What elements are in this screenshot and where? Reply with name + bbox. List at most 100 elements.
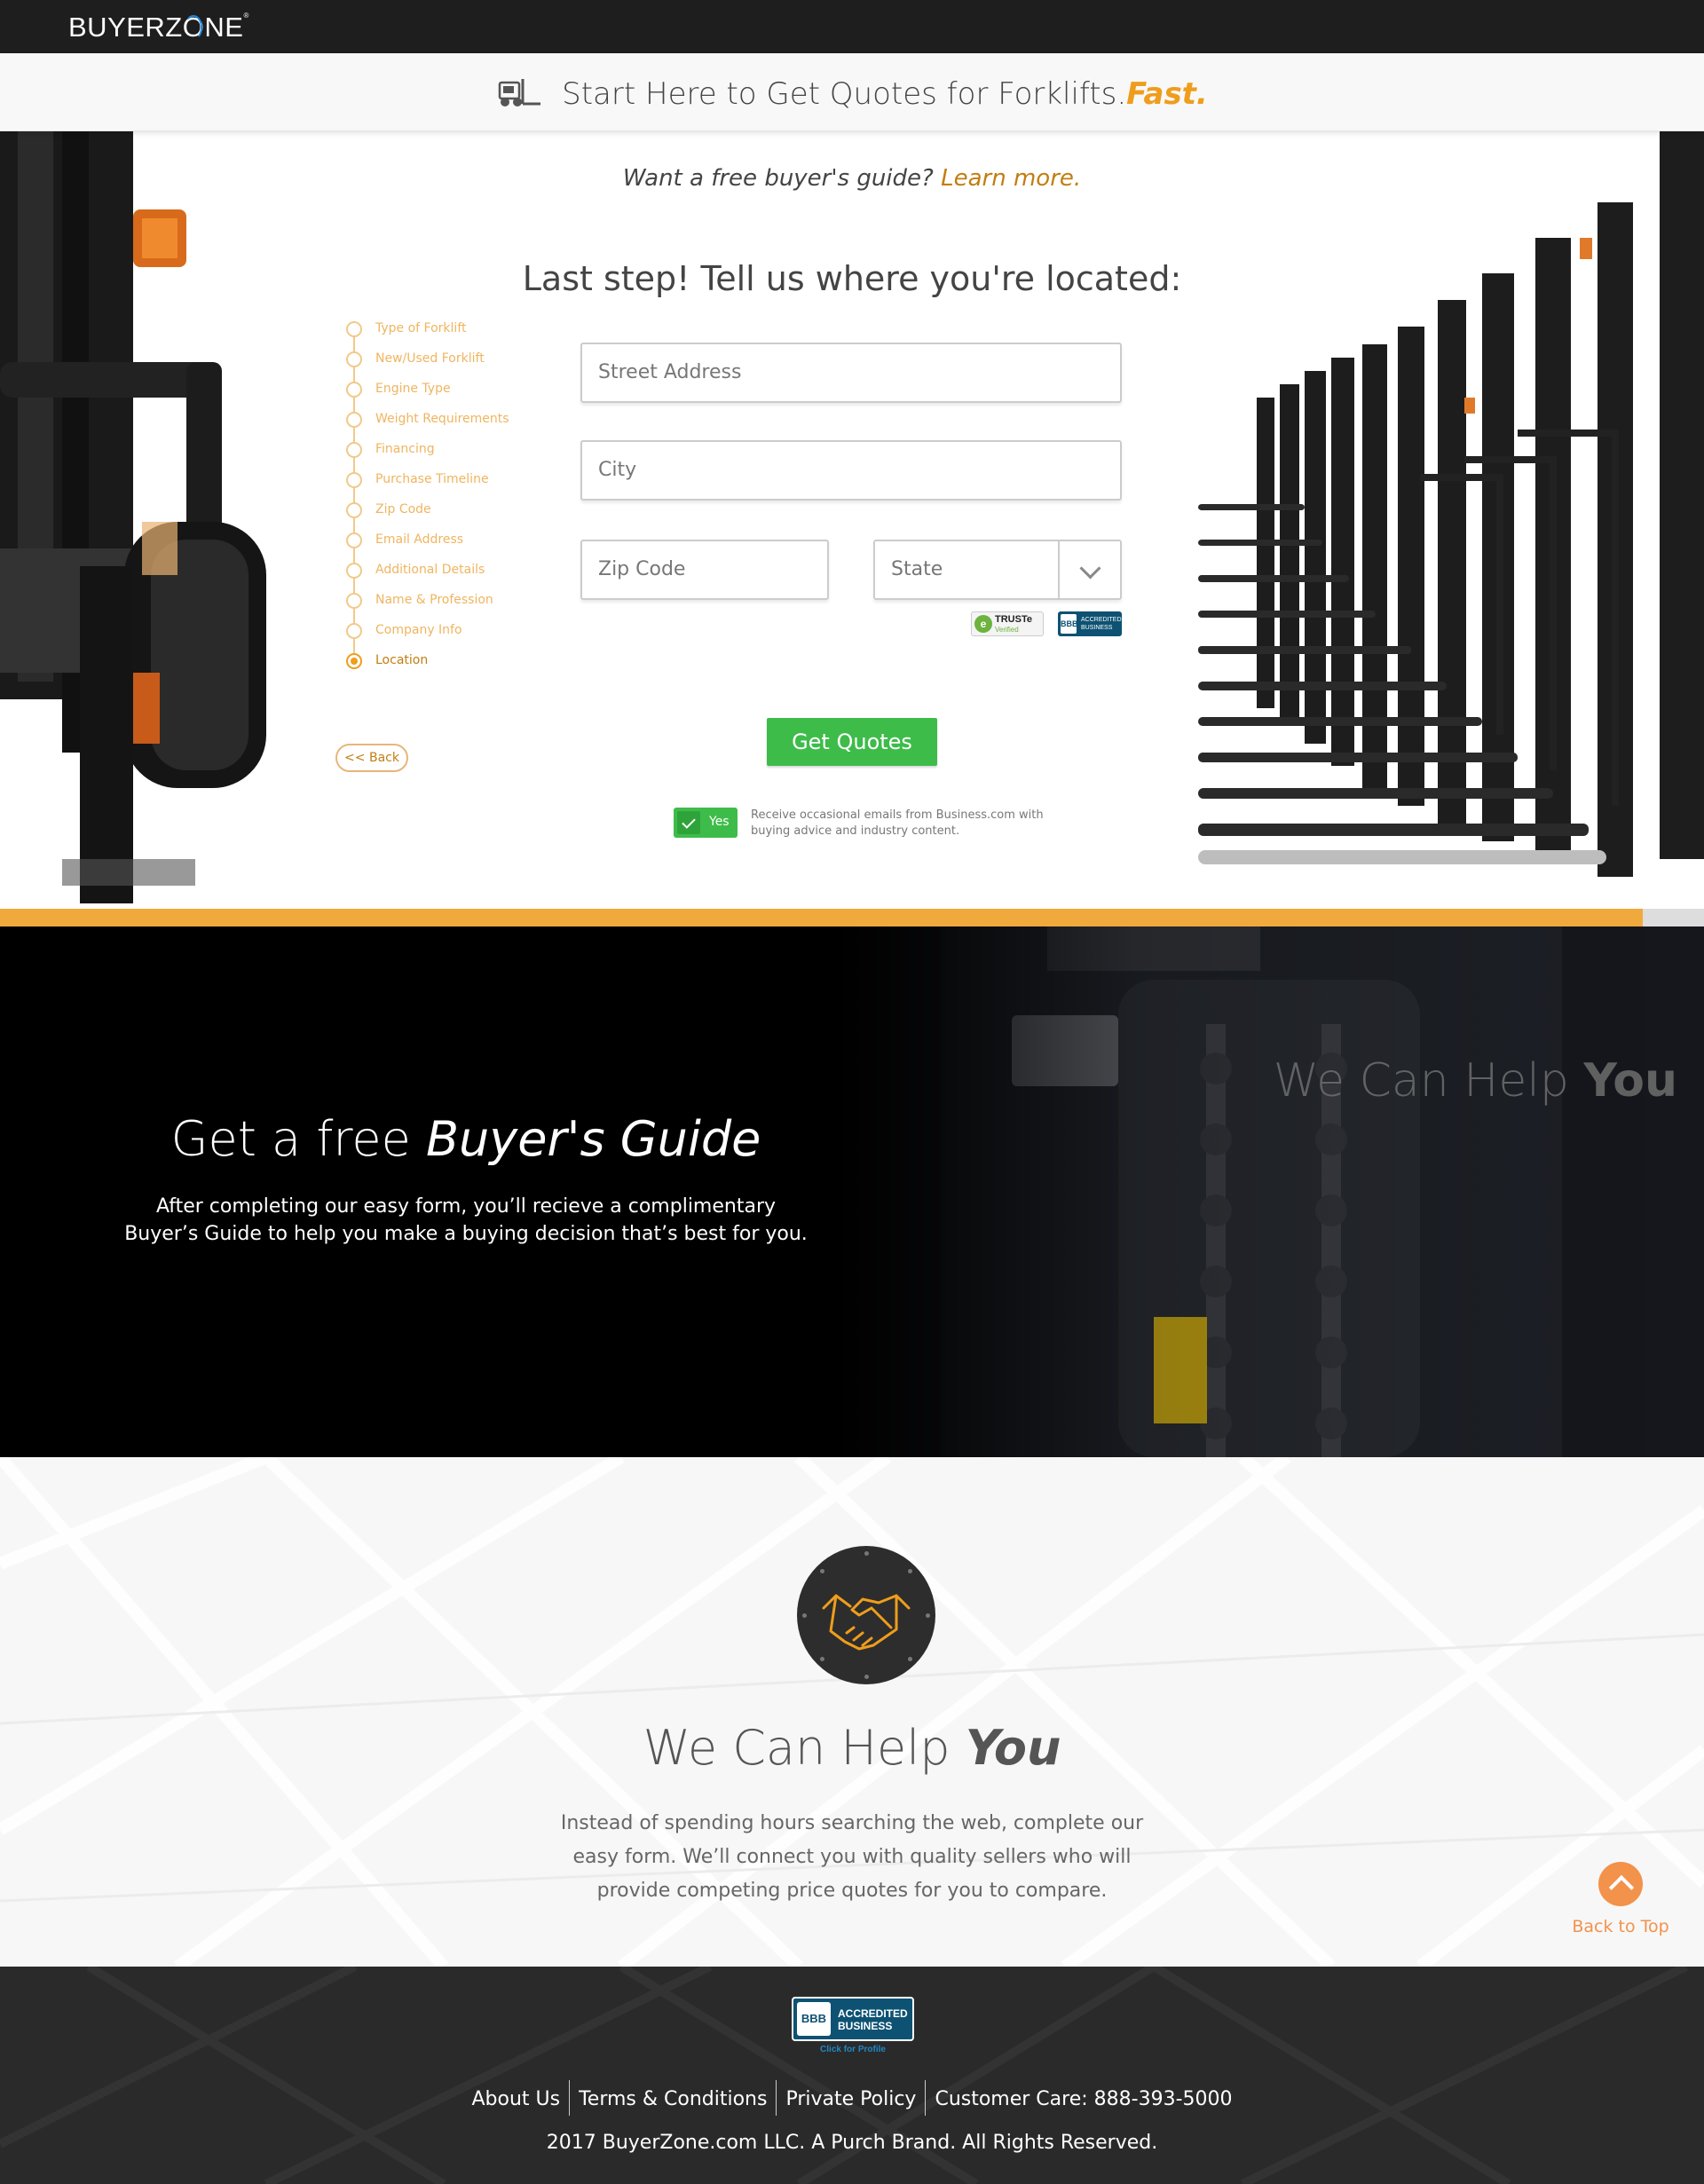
street-address-input[interactable]: Street Address bbox=[580, 343, 1122, 403]
get-quotes-button[interactable]: Get Quotes bbox=[767, 718, 937, 766]
truste-label: TRUSTe bbox=[995, 614, 1032, 625]
bbb-seal-label: ACCREDITED BUSINESS bbox=[1081, 617, 1122, 631]
form-progress-fill bbox=[0, 909, 1643, 926]
progress-step: Zip Code bbox=[346, 501, 541, 531]
handshake-badge bbox=[797, 1546, 935, 1684]
bbb-click-for-profile[interactable]: Click for Profile bbox=[792, 2045, 914, 2054]
overlay-light: We Can Help bbox=[1273, 1054, 1569, 1108]
truste-check-icon: e bbox=[974, 615, 992, 633]
bbb-torch-icon: BBB bbox=[1061, 614, 1078, 634]
bbb-line: BUSINESS bbox=[838, 2020, 893, 2032]
state-select[interactable]: State bbox=[873, 540, 1122, 600]
email-consent-text: Receive occasional emails from Business.… bbox=[751, 808, 1044, 838]
buyers-guide-title: Get a free Buyer's Guide bbox=[0, 1111, 932, 1167]
step-label: Email Address bbox=[375, 532, 464, 547]
bbb-badge-text: ACCREDITED BUSINESS bbox=[838, 2007, 908, 2032]
footer-link-about[interactable]: About Us bbox=[462, 2088, 569, 2110]
buyers-guide-section: Get a free Buyer's Guide After completin… bbox=[0, 926, 1704, 1457]
city-input[interactable]: City bbox=[580, 440, 1122, 501]
step-label: Type of Forklift bbox=[375, 321, 467, 335]
progress-step: Additional Details bbox=[346, 561, 541, 591]
bbb-seal[interactable]: BBB ACCREDITED BUSINESS bbox=[1058, 611, 1122, 636]
guide-prompt-text: Want a free buyer's guide? bbox=[622, 165, 934, 192]
email-consent-toggle[interactable]: Yes bbox=[674, 808, 738, 838]
step-dot-icon bbox=[346, 532, 362, 548]
buyers-guide-prompt: Want a free buyer's guide? Learn more. bbox=[0, 165, 1704, 192]
zip-code-input[interactable]: Zip Code bbox=[580, 540, 829, 600]
footer-link-terms[interactable]: Terms & Conditions bbox=[570, 2088, 776, 2110]
banner-title-text: Start Here to Get Quotes for Forklifts. bbox=[562, 76, 1127, 112]
handshake-icon bbox=[822, 1594, 911, 1651]
progress-step: Financing bbox=[346, 440, 541, 470]
header-banner: Start Here to Get Quotes for Forklifts.F… bbox=[0, 53, 1704, 131]
footer-link-privacy[interactable]: Private Policy bbox=[777, 2088, 925, 2110]
step-dot-icon bbox=[346, 442, 362, 458]
step-label: Purchase Timeline bbox=[375, 472, 489, 486]
logo-text-o: O bbox=[182, 12, 205, 43]
chain-gears-image bbox=[834, 926, 1704, 1457]
step-dot-icon bbox=[346, 502, 362, 518]
forklifts-row-image-right bbox=[1198, 131, 1704, 877]
step-dot-icon bbox=[346, 472, 362, 488]
step-dot-icon bbox=[346, 593, 362, 609]
top-nav: BUYERZONE® bbox=[0, 0, 1704, 53]
banner-title: Start Here to Get Quotes for Forklifts.F… bbox=[0, 76, 1704, 112]
progress-step: Engine Type bbox=[346, 380, 541, 410]
bbb-accredited-badge[interactable]: BBB ACCREDITED BUSINESS bbox=[792, 1997, 914, 2041]
step-label: Additional Details bbox=[375, 563, 485, 577]
title-light: Get a free bbox=[170, 1111, 411, 1167]
step-label: Zip Code bbox=[375, 502, 431, 516]
back-button[interactable]: << Back bbox=[335, 744, 408, 772]
copyright: 2017 BuyerZone.com LLC. A Purch Brand. A… bbox=[546, 2132, 1158, 2154]
step-dot-icon bbox=[346, 382, 362, 398]
step-label: Financing bbox=[375, 442, 435, 456]
checkmark-icon bbox=[677, 811, 700, 834]
buyerzone-logo[interactable]: BUYERZONE® bbox=[68, 12, 249, 43]
step-label: Company Info bbox=[375, 623, 462, 637]
state-select-value: State bbox=[891, 558, 943, 580]
step-label: Weight Requirements bbox=[375, 412, 509, 426]
footer-customer-care[interactable]: Customer Care: 888-393-5000 bbox=[926, 2088, 1241, 2110]
step-dot-icon bbox=[346, 412, 362, 428]
title-light: We Can Help bbox=[643, 1720, 951, 1776]
we-can-help-overlay: We Can Help You bbox=[1274, 1054, 1677, 1108]
step-dot-icon bbox=[346, 351, 362, 367]
back-to-top-label[interactable]: Back to Top bbox=[1567, 1917, 1674, 1936]
form-progress-bar bbox=[0, 909, 1704, 926]
progress-step: Weight Requirements bbox=[346, 410, 541, 440]
title-bold: You bbox=[965, 1720, 1061, 1776]
step-label: Engine Type bbox=[375, 382, 451, 396]
bbb-torch-icon: BBB bbox=[797, 2002, 831, 2036]
truste-seal[interactable]: e TRUSTe Verified bbox=[971, 611, 1044, 636]
progress-step: Email Address bbox=[346, 531, 541, 561]
forklift-icon bbox=[498, 79, 541, 106]
truste-sub: Verified bbox=[995, 626, 1019, 634]
title-bold: Buyer's Guide bbox=[425, 1111, 761, 1167]
logo-mark: ® bbox=[243, 12, 249, 20]
progress-step: Type of Forklift bbox=[346, 319, 541, 350]
step-label: New/Used Forklift bbox=[375, 351, 485, 366]
hero-section: Want a free buyer's guide? Learn more. L… bbox=[0, 131, 1704, 909]
chevron-up-icon[interactable] bbox=[1598, 1862, 1643, 1906]
banner-accent: Fast. bbox=[1126, 76, 1208, 112]
logo-text-end: NE bbox=[204, 12, 244, 43]
active-step-dot-icon bbox=[346, 653, 362, 669]
learn-more-link[interactable]: Learn more. bbox=[941, 165, 1081, 192]
step-dot-icon bbox=[346, 321, 362, 337]
we-can-help-section: We Can Help You Instead of spending hour… bbox=[0, 1457, 1704, 1967]
guide-text-line: Buyer’s Guide to help you make a buying … bbox=[124, 1223, 808, 1245]
footer-links: About Us Terms & Conditions Private Policy… bbox=[0, 2080, 1704, 2116]
we-can-help-text: Instead of spending hours searching the … bbox=[560, 1812, 1144, 1902]
progress-step: Purchase Timeline bbox=[346, 470, 541, 501]
we-can-help-title: We Can Help You bbox=[0, 1720, 1704, 1776]
back-to-top[interactable]: Back to Top bbox=[1567, 1862, 1674, 1936]
step-dot-icon bbox=[346, 563, 362, 579]
bbb-line: ACCREDITED bbox=[838, 2007, 908, 2020]
forklift-image-left bbox=[0, 131, 266, 909]
chevron-down-icon[interactable] bbox=[1058, 541, 1120, 598]
progress-steps: Type of Forklift New/Used Forklift Engin… bbox=[346, 319, 541, 682]
guide-text-line: After completing our easy form, you’ll r… bbox=[155, 1195, 777, 1218]
step-dot-icon bbox=[346, 623, 362, 639]
progress-step-active: Location bbox=[346, 651, 541, 682]
overlay-bold: You bbox=[1583, 1054, 1677, 1108]
